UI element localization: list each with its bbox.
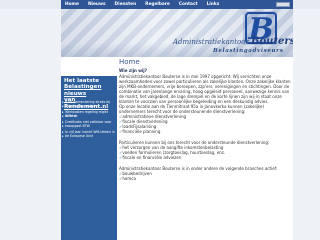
brand-prefix: Administratiekantoor <box>173 38 249 46</box>
news-link-cont[interactable]: de Europese Unie <box>62 134 115 139</box>
promo-title-line-2: Belastingen nieuws <box>64 84 102 97</box>
branch-item: ✓horeca <box>119 176 137 181</box>
nav-item-regelbare[interactable]: Regelbare <box>145 0 170 9</box>
nav-item-nieuws[interactable]: Nieuws <box>88 0 106 9</box>
main-navigation: Home Nieuws Diensten Regelbare Contact L… <box>61 0 293 9</box>
particulieren-item: ✓fiscale en financiële adviezen <box>119 155 182 160</box>
nav-item-home[interactable]: Home <box>65 0 79 9</box>
nav-item-links[interactable]: Links <box>207 0 220 9</box>
nav-item-diensten[interactable]: Diensten <box>115 0 137 9</box>
brand-tagline: Belastingadviseurs <box>213 48 284 54</box>
page-title: Home <box>119 58 140 66</box>
main-content: Home Wie zijn wij? Administratiekantoor … <box>117 57 293 240</box>
page-gutter <box>293 9 320 240</box>
service-item: ✓financiële planning <box>119 129 161 134</box>
news-link-cont[interactable]: kosopgaat BTW <box>62 124 115 129</box>
site-header: B Administratiekantoor Bouterse Belastin… <box>61 9 293 57</box>
search-input[interactable] <box>276 2 290 7</box>
news-link-cont[interactable]: lonend <box>62 114 115 119</box>
section-subtitle: Wie zijn wij? <box>119 68 147 73</box>
nav-item-contact[interactable]: Contact <box>179 0 198 9</box>
news-link-cont[interactable]: onbetaalde vordering <box>62 104 115 109</box>
brand-title: Administratiekantoor Bouterse <box>173 36 293 47</box>
brand-name: Bouterse <box>251 36 293 47</box>
news-sidebar: Het laatste Belastingen nieuws van Rende… <box>61 76 117 240</box>
